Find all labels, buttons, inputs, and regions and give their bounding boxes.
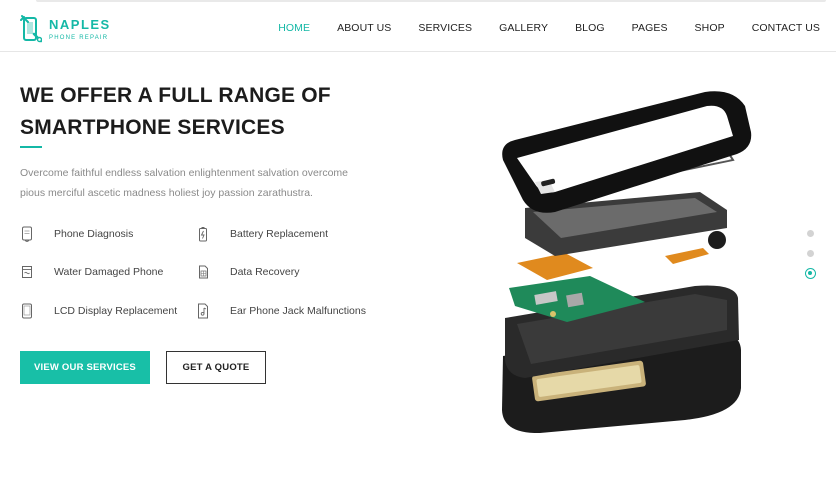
service-ear-phone-jack: Ear Phone Jack Malfunctions: [196, 303, 366, 319]
nav-gallery[interactable]: GALLERY: [499, 22, 548, 34]
nav-about-us[interactable]: ABOUT US: [337, 22, 391, 34]
phone-wrench-icon: [20, 14, 43, 44]
service-battery-replacement: Battery Replacement: [196, 226, 328, 242]
brand-name: NAPLES: [49, 16, 111, 32]
service-lcd-display-replacement: LCD Display Replacement: [20, 303, 177, 319]
service-label: Phone Diagnosis: [54, 228, 134, 240]
nav-home[interactable]: HOME: [278, 22, 310, 34]
service-phone-diagnosis: Phone Diagnosis: [20, 226, 133, 242]
hero-title: WE OFFER A FULL RANGE OF SMARTPHONE SERV…: [20, 80, 380, 144]
music-note-icon: [196, 303, 210, 319]
battery-icon: [196, 226, 210, 242]
service-water-damaged-phone: Water Damaged Phone: [20, 264, 163, 280]
slide-dot-1[interactable]: [807, 230, 814, 237]
slide-dot-3-active[interactable]: [805, 268, 816, 279]
site-header: NAPLES PHONE REPAIR HOME ABOUT US SERVIC…: [0, 4, 836, 52]
logo-text: NAPLES PHONE REPAIR: [49, 18, 111, 41]
service-label: Data Recovery: [230, 266, 300, 278]
service-label: Water Damaged Phone: [54, 266, 164, 278]
front-screen: [502, 91, 752, 213]
flex-cable: [517, 248, 709, 280]
view-our-services-button[interactable]: VIEW OUR SERVICES: [20, 351, 150, 384]
slide-dot-2[interactable]: [807, 250, 814, 257]
get-a-quote-button[interactable]: GET A QUOTE: [166, 351, 266, 384]
nav-contact-us[interactable]: CONTACT US: [752, 22, 820, 34]
main-nav: HOME ABOUT US SERVICES GALLERY BLOG PAGE…: [251, 22, 820, 34]
service-data-recovery: Data Recovery: [196, 264, 299, 280]
brand-tagline: PHONE REPAIR: [49, 34, 109, 41]
phone-diagnosis-icon: [20, 226, 34, 242]
hero-title-line-2: SMARTPHONE SERVICES: [20, 116, 285, 139]
nav-shop[interactable]: SHOP: [695, 22, 725, 34]
service-label: Ear Phone Jack Malfunctions: [230, 305, 366, 317]
site-logo[interactable]: NAPLES PHONE REPAIR: [20, 14, 111, 44]
title-underline: [20, 146, 42, 148]
nav-pages[interactable]: PAGES: [632, 22, 668, 34]
hero-description: Overcome faithful endless salvation enli…: [20, 167, 349, 199]
nav-blog[interactable]: BLOG: [575, 22, 605, 34]
hero-title-line-1: WE OFFER A FULL RANGE OF: [20, 84, 331, 107]
service-label: Battery Replacement: [230, 228, 329, 240]
exploded-smartphone-image: [502, 91, 752, 433]
water-damage-icon: [20, 264, 34, 280]
sim-card-icon: [196, 264, 210, 280]
nav-services[interactable]: SERVICES: [418, 22, 472, 34]
service-label: LCD Display Replacement: [54, 305, 178, 317]
lcd-display-icon: [20, 303, 34, 319]
